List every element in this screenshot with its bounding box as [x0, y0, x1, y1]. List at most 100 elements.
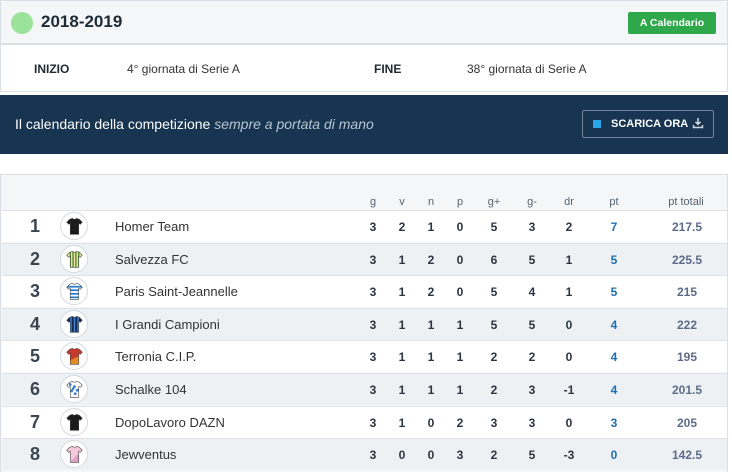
table-row[interactable]: 4 I Grandi Campioni 3 1 1 1 5 5 0 4 222: [2, 307, 727, 340]
team-jersey: [60, 244, 88, 273]
cell-pt-totali: 215: [676, 285, 698, 300]
cell-gf: 2: [490, 448, 498, 463]
cell-pt: 4: [610, 350, 618, 365]
cell-gf: 2: [490, 383, 498, 397]
cell-ga: 3: [528, 383, 536, 397]
banner-text: Il calendario della competizione sempre …: [15, 116, 374, 132]
cell-n: 1: [427, 317, 435, 332]
header-ga: g-: [527, 196, 537, 208]
header-g: g: [369, 196, 377, 208]
header-v: v: [399, 196, 405, 208]
position: 6: [29, 379, 40, 399]
team-name[interactable]: Paris Saint-Jeannelle: [115, 284, 238, 299]
team-jersey: [60, 375, 88, 403]
header-dr: dr: [564, 196, 574, 208]
cell-dr: -3: [563, 448, 575, 463]
cell-g: 3: [369, 448, 377, 463]
cell-gf: 5: [490, 220, 498, 234]
cell-pt-totali: 222: [676, 317, 698, 332]
position: 2: [29, 248, 40, 269]
header-n: n: [427, 196, 435, 208]
cell-dr: 0: [565, 415, 573, 430]
team-name[interactable]: Schalke 104: [115, 382, 187, 397]
cell-g: 3: [369, 383, 377, 397]
cell-gf: 5: [490, 317, 498, 332]
cell-ga: 3: [528, 415, 536, 430]
cell-ga: 5: [528, 317, 536, 332]
cell-pt-totali: 142.5: [671, 448, 703, 463]
cell-dr: 0: [565, 350, 573, 365]
table-row[interactable]: 1 Homer Team 3 2 1 0 5 3 2 7 217.5: [2, 210, 727, 242]
season-title: 2018-2019: [41, 12, 123, 31]
cell-ga: 2: [528, 350, 536, 365]
cell-p: 2: [456, 415, 464, 430]
cell-gf: 6: [490, 252, 498, 267]
cell-n: 2: [427, 285, 435, 300]
table-row[interactable]: 5 Terronia C.I.P. 3 1 1 1 2 2 0 4 195: [2, 340, 727, 373]
cell-gf: 3: [490, 415, 498, 430]
cell-gf: 5: [490, 285, 498, 300]
competition-dates: INIZIO 4° giornata di Serie A FINE 38° g…: [0, 44, 728, 92]
cell-ga: 5: [528, 252, 536, 267]
team-name[interactable]: Salvezza FC: [115, 252, 189, 267]
cell-pt: 4: [610, 383, 618, 397]
cell-g: 3: [369, 220, 377, 234]
download-icon: [692, 118, 704, 129]
red-orange-shirt-icon: [66, 348, 83, 365]
start-value: 4° giornata di Serie A: [127, 62, 240, 76]
table-row[interactable]: 2 Salvezza FC 3 1 2 0 6 5 1 5 225.5: [2, 242, 727, 275]
cell-n: 1: [427, 383, 435, 397]
cell-dr: 1: [565, 252, 573, 267]
download-button[interactable]: SCARICA ORA: [582, 110, 714, 138]
table-row[interactable]: 3 Paris Saint-Jeannelle 3 1 2 0 5 4 1 5 …: [2, 275, 727, 308]
calendar-button[interactable]: A Calendario: [628, 12, 716, 34]
header-pt-totali: pt totali: [668, 196, 704, 208]
position: 1: [29, 216, 40, 236]
cell-v: 1: [398, 415, 406, 430]
cell-g: 3: [369, 317, 377, 332]
position: 5: [29, 346, 40, 367]
team-jersey: [60, 277, 88, 306]
cell-pt-totali: 205: [676, 415, 698, 430]
team-name[interactable]: I Grandi Campioni: [115, 317, 220, 332]
cell-ga: 3: [528, 220, 536, 234]
start-label: INIZIO: [34, 62, 70, 76]
cell-dr: -1: [563, 383, 575, 397]
blue-white-hoops-shirt-icon: [66, 283, 83, 300]
team-name[interactable]: Terronia C.I.P.: [115, 349, 196, 364]
season-header: 2018-2019 A Calendario: [0, 0, 728, 44]
calendar-banner: Il calendario della competizione sempre …: [0, 95, 728, 154]
cell-g: 3: [369, 350, 377, 365]
team-name[interactable]: Jewventus: [115, 447, 176, 462]
position: 8: [29, 444, 40, 465]
cell-p: 0: [456, 252, 464, 267]
cell-g: 3: [369, 285, 377, 300]
position: 3: [29, 281, 40, 302]
navy-stripes-shirt-icon: [66, 315, 83, 333]
cell-n: 2: [427, 252, 435, 267]
team-name[interactable]: Homer Team: [115, 219, 189, 234]
cell-p: 3: [456, 448, 464, 463]
calendar-square-icon: [593, 120, 601, 128]
cell-v: 1: [398, 350, 406, 365]
table-row[interactable]: 7 DopoLavoro DAZN 3 1 0 2 3 3 0 3 205: [2, 405, 727, 438]
cell-dr: 0: [565, 317, 573, 332]
download-button-label: SCARICA ORA: [611, 118, 689, 130]
header-gf: g+: [487, 196, 501, 208]
cell-pt: 7: [610, 220, 618, 234]
cell-pt: 3: [610, 415, 618, 430]
position: 7: [29, 411, 40, 432]
cell-v: 2: [398, 220, 406, 234]
end-value: 38° giornata di Serie A: [467, 62, 587, 76]
header-p: p: [456, 196, 464, 208]
banner-text-main: Il calendario della competizione: [15, 116, 211, 132]
cell-ga: 4: [528, 285, 536, 300]
team-name[interactable]: DopoLavoro DAZN: [115, 415, 225, 430]
table-row[interactable]: 6 Schalke 104 3 1 1 1 2 3 -1 4 201.5: [2, 373, 727, 405]
table-row[interactable]: 8 Jewventus 3 0 0 3 2 5 -3 0 142.5: [2, 438, 727, 471]
banner-text-italic: sempre a portata di mano: [214, 116, 374, 132]
cell-g: 3: [369, 415, 377, 430]
cell-p: 0: [456, 285, 464, 300]
end-label: FINE: [374, 62, 402, 76]
team-jersey: [60, 407, 88, 436]
